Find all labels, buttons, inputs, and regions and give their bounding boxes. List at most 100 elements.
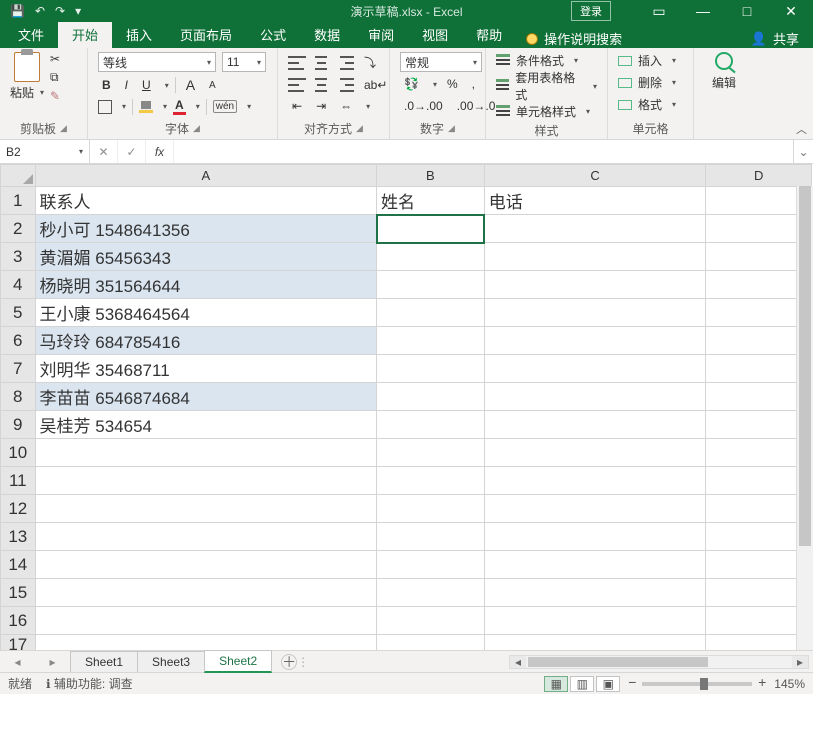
cell[interactable] bbox=[484, 299, 706, 327]
phonetic-button[interactable]: wén bbox=[213, 100, 237, 113]
cell[interactable] bbox=[377, 299, 485, 327]
view-normal-icon[interactable]: ▦ bbox=[544, 676, 568, 692]
cell[interactable]: 秒小可 1548641356 bbox=[35, 215, 376, 243]
collapse-ribbon-icon[interactable]: ︿ bbox=[796, 121, 807, 137]
hscroll-thumb[interactable] bbox=[528, 657, 708, 667]
row-header[interactable]: 13 bbox=[1, 523, 36, 551]
cell[interactable] bbox=[484, 215, 706, 243]
hscroll-right-icon[interactable]: ▸ bbox=[792, 656, 808, 668]
cell[interactable] bbox=[484, 271, 706, 299]
share-button[interactable]: 👤 共享 bbox=[751, 29, 813, 48]
row-header[interactable]: 4 bbox=[1, 271, 36, 299]
tell-me[interactable]: 操作说明搜索 bbox=[526, 29, 622, 48]
status-accessibility[interactable]: ℹ 辅助功能: 调查 bbox=[46, 675, 133, 692]
align-middle-button[interactable] bbox=[312, 54, 330, 72]
sheet-nav-prev-icon[interactable]: ◂ bbox=[14, 655, 20, 669]
cell[interactable] bbox=[484, 243, 706, 271]
cell[interactable] bbox=[377, 635, 485, 651]
borders-button[interactable] bbox=[98, 100, 112, 114]
tab-help[interactable]: 帮助 bbox=[462, 21, 516, 48]
cell[interactable] bbox=[377, 495, 485, 523]
cell[interactable] bbox=[377, 243, 485, 271]
tab-review[interactable]: 审阅 bbox=[354, 21, 408, 48]
worksheet-grid[interactable]: A B C D 1联系人姓名电话2秒小可 15486413563黄湄媚 6545… bbox=[0, 164, 813, 650]
sheet-tab-sheet2[interactable]: Sheet2 bbox=[204, 650, 272, 673]
font-name-combo[interactable]: 等线▾ bbox=[98, 52, 216, 72]
cell[interactable]: 王小康 5368464564 bbox=[35, 299, 376, 327]
cell[interactable] bbox=[484, 467, 706, 495]
cell[interactable] bbox=[484, 551, 706, 579]
sheet-nav-next-icon[interactable]: ▸ bbox=[49, 655, 55, 669]
cell[interactable] bbox=[35, 607, 376, 635]
zoom-slider[interactable] bbox=[642, 682, 752, 686]
tab-insert[interactable]: 插入 bbox=[112, 21, 166, 48]
cell[interactable] bbox=[484, 635, 706, 651]
cell[interactable]: 电话 bbox=[484, 187, 706, 215]
cell[interactable] bbox=[35, 467, 376, 495]
row-header[interactable]: 7 bbox=[1, 355, 36, 383]
sheet-tab-sheet3[interactable]: Sheet3 bbox=[137, 651, 205, 672]
cell[interactable] bbox=[35, 523, 376, 551]
cell[interactable] bbox=[377, 579, 485, 607]
expand-formula-bar-icon[interactable]: ⌄ bbox=[793, 140, 813, 163]
tab-file[interactable]: 文件 bbox=[4, 21, 58, 48]
italic-button[interactable]: I bbox=[121, 76, 132, 94]
row-header[interactable]: 14 bbox=[1, 551, 36, 579]
format-cells-button[interactable]: 格式▾ bbox=[618, 96, 683, 113]
cell[interactable] bbox=[377, 411, 485, 439]
redo-icon[interactable]: ↷ bbox=[55, 4, 65, 18]
name-box[interactable]: B2▾ bbox=[0, 140, 90, 163]
cell[interactable] bbox=[35, 579, 376, 607]
conditional-format-button[interactable]: 条件格式▾ bbox=[496, 52, 597, 69]
cell[interactable] bbox=[377, 439, 485, 467]
cell[interactable]: 李苗苗 6546874684 bbox=[35, 383, 376, 411]
row-header[interactable]: 6 bbox=[1, 327, 36, 355]
qat-more-icon[interactable]: ▾ bbox=[75, 4, 81, 18]
copy-icon[interactable] bbox=[50, 70, 60, 85]
align-left-button[interactable] bbox=[288, 76, 306, 94]
format-painter-icon[interactable] bbox=[50, 89, 60, 103]
underline-button[interactable]: U bbox=[138, 76, 155, 94]
cell[interactable]: 姓名 bbox=[377, 187, 485, 215]
row-header[interactable]: 8 bbox=[1, 383, 36, 411]
cell[interactable] bbox=[377, 551, 485, 579]
cell[interactable] bbox=[377, 383, 485, 411]
cell[interactable]: 马玲玲 684785416 bbox=[35, 327, 376, 355]
cell[interactable] bbox=[484, 495, 706, 523]
cancel-entry-icon[interactable]: ✕ bbox=[90, 140, 118, 163]
cell[interactable] bbox=[484, 607, 706, 635]
font-size-combo[interactable]: 11▾ bbox=[222, 52, 266, 72]
fx-icon[interactable]: fx bbox=[146, 140, 174, 163]
merge-button[interactable]: ⇔ bbox=[336, 97, 356, 115]
horizontal-scrollbar[interactable]: ◂ ▸ bbox=[509, 655, 809, 669]
orientation-button[interactable]: ⤵ bbox=[360, 52, 380, 73]
shrink-font-button[interactable]: A bbox=[205, 78, 220, 93]
row-header[interactable]: 2 bbox=[1, 215, 36, 243]
new-sheet-button[interactable]: ＋ bbox=[281, 654, 297, 670]
find-select-button[interactable]: 编辑 bbox=[704, 52, 744, 91]
cell[interactable] bbox=[377, 215, 485, 243]
row-header[interactable]: 15 bbox=[1, 579, 36, 607]
cell[interactable] bbox=[484, 439, 706, 467]
tab-home[interactable]: 开始 bbox=[58, 21, 112, 48]
cell[interactable] bbox=[377, 467, 485, 495]
vertical-scrollbar[interactable] bbox=[796, 186, 813, 650]
row-header[interactable]: 1 bbox=[1, 187, 36, 215]
align-bottom-button[interactable] bbox=[336, 54, 354, 72]
login-button[interactable]: 登录 bbox=[571, 1, 611, 21]
sheet-tab-sheet1[interactable]: Sheet1 bbox=[70, 651, 138, 672]
scroll-thumb[interactable] bbox=[799, 186, 811, 546]
align-right-button[interactable] bbox=[336, 76, 354, 94]
select-all-corner[interactable] bbox=[1, 165, 36, 187]
cell[interactable]: 联系人 bbox=[35, 187, 376, 215]
hscroll-left-icon[interactable]: ◂ bbox=[510, 656, 526, 668]
tab-view[interactable]: 视图 bbox=[408, 21, 462, 48]
row-header[interactable]: 3 bbox=[1, 243, 36, 271]
accounting-button[interactable]: 💱 bbox=[400, 75, 423, 93]
view-page-break-icon[interactable]: ▣ bbox=[596, 676, 620, 692]
undo-icon[interactable]: ↶ bbox=[35, 4, 45, 18]
cell[interactable] bbox=[35, 439, 376, 467]
cell[interactable] bbox=[484, 411, 706, 439]
zoom-thumb[interactable] bbox=[700, 678, 708, 690]
cell[interactable] bbox=[377, 327, 485, 355]
